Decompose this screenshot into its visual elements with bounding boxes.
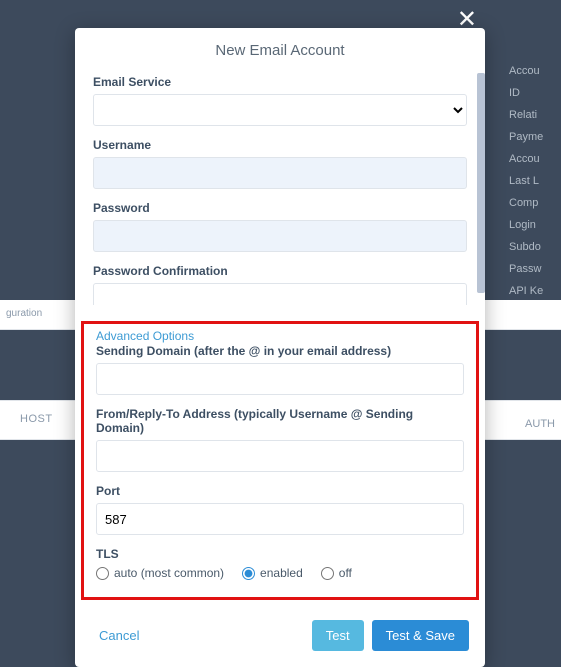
sending-domain-group: Sending Domain (after the @ in your emai… xyxy=(96,344,464,395)
bg-item: Payme xyxy=(501,126,561,148)
tls-off-text: off xyxy=(339,566,352,580)
sending-domain-label: Sending Domain (after the @ in your emai… xyxy=(96,344,464,358)
port-label: Port xyxy=(96,484,464,498)
test-button[interactable]: Test xyxy=(312,620,364,651)
bg-item: Last L xyxy=(501,170,561,192)
bg-item: Accou xyxy=(501,148,561,170)
advanced-options-highlight: Advanced Options Sending Domain (after t… xyxy=(81,321,479,600)
test-and-save-button[interactable]: Test & Save xyxy=(372,620,469,651)
scrollbar-thumb[interactable] xyxy=(477,73,485,293)
bg-item: Relati xyxy=(501,104,561,126)
new-email-account-dialog: New Email Account Email Service Username… xyxy=(75,28,485,667)
tls-radio-auto[interactable] xyxy=(96,567,109,580)
bg-col-host: HOST xyxy=(20,413,53,425)
port-group: Port xyxy=(96,484,464,535)
from-reply-group: From/Reply-To Address (typically Usernam… xyxy=(96,407,464,472)
email-service-label: Email Service xyxy=(93,75,467,89)
dialog-title: New Email Account xyxy=(75,28,485,73)
port-input[interactable] xyxy=(96,503,464,535)
tls-auto-text: auto (most common) xyxy=(114,566,224,580)
bg-item: Login xyxy=(501,214,561,236)
tls-radio-auto-label[interactable]: auto (most common) xyxy=(96,566,224,580)
username-group: Username xyxy=(93,138,467,189)
from-reply-input[interactable] xyxy=(96,440,464,472)
username-label: Username xyxy=(93,138,467,152)
sending-domain-input[interactable] xyxy=(96,363,464,395)
bg-item: Comp xyxy=(501,192,561,214)
username-input[interactable] xyxy=(93,157,467,189)
dialog-footer: Cancel Test Test & Save xyxy=(75,610,485,667)
bg-item: Accou xyxy=(501,60,561,82)
tls-label: TLS xyxy=(96,547,464,561)
tls-radio-off[interactable] xyxy=(321,567,334,580)
tls-enabled-text: enabled xyxy=(260,566,303,580)
password-group: Password xyxy=(93,201,467,252)
tls-radio-enabled-label[interactable]: enabled xyxy=(242,566,303,580)
password-confirm-label: Password Confirmation xyxy=(93,264,467,278)
password-confirm-group: Password Confirmation xyxy=(93,264,467,305)
email-service-select[interactable] xyxy=(93,94,467,126)
tls-group: TLS auto (most common) enabled off xyxy=(96,547,464,585)
password-confirm-input[interactable] xyxy=(93,283,467,305)
cancel-button[interactable]: Cancel xyxy=(91,622,147,649)
bg-col-auth: AUTH xyxy=(525,418,555,430)
bg-right-column: Accou ID Relati Payme Accou Last L Comp … xyxy=(501,60,561,302)
tls-radio-enabled[interactable] xyxy=(242,567,255,580)
dialog-body: Email Service Username Password Password… xyxy=(75,73,485,667)
tls-radio-off-label[interactable]: off xyxy=(321,566,352,580)
bg-tab-strip-text: guration xyxy=(6,308,42,319)
password-input[interactable] xyxy=(93,220,467,252)
email-service-group: Email Service xyxy=(93,75,467,126)
advanced-options-link[interactable]: Advanced Options xyxy=(96,329,194,343)
bg-item: Passw xyxy=(501,258,561,280)
bg-item: API Ke xyxy=(501,280,561,302)
bg-item: ID xyxy=(501,82,561,104)
password-label: Password xyxy=(93,201,467,215)
bg-item: Subdo xyxy=(501,236,561,258)
from-reply-label: From/Reply-To Address (typically Usernam… xyxy=(96,407,464,435)
